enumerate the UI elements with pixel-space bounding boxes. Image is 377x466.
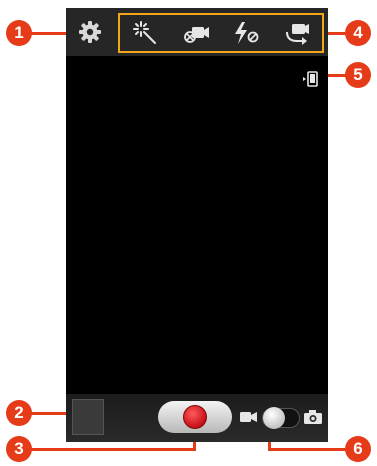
recording-mode-button[interactable] (179, 16, 213, 50)
record-icon (183, 405, 207, 429)
callout-6: 6 (345, 436, 371, 462)
flash-button[interactable] (229, 16, 263, 50)
switch-camera-icon (285, 24, 309, 45)
storage-location-indicator (302, 70, 320, 88)
callout-4: 4 (345, 20, 371, 46)
camera-top-bar (66, 8, 328, 56)
record-button[interactable] (158, 401, 232, 433)
callout-3: 3 (6, 436, 32, 462)
callout-5: 5 (345, 62, 371, 88)
callout-leader-2 (30, 412, 70, 415)
callout-leader-6 (268, 448, 348, 451)
callout-2: 2 (6, 400, 32, 426)
video-mode-icon (183, 27, 209, 43)
gallery-thumbnail[interactable] (72, 399, 104, 435)
callout-leader-1 (30, 32, 68, 35)
camera-screen (66, 8, 328, 442)
storage-location-icon (303, 71, 318, 87)
callout-leader-3 (30, 448, 196, 451)
gear-icon (79, 21, 101, 43)
flash-off-icon (235, 22, 259, 44)
camera-bottom-bar (66, 394, 328, 442)
photo-camera-icon (304, 410, 322, 424)
magic-wand-icon (133, 21, 157, 44)
shortcut-group (118, 13, 324, 53)
viewfinder[interactable] (66, 56, 328, 394)
video-camera-icon (240, 412, 257, 422)
mode-switch-track[interactable] (262, 407, 300, 429)
camera-mode-switch[interactable] (240, 407, 324, 429)
mode-switch-knob[interactable] (263, 407, 285, 429)
callout-1: 1 (6, 20, 32, 46)
shooting-mode-button[interactable] (128, 16, 162, 50)
settings-button[interactable] (66, 8, 114, 56)
switch-camera-button[interactable] (280, 16, 314, 50)
